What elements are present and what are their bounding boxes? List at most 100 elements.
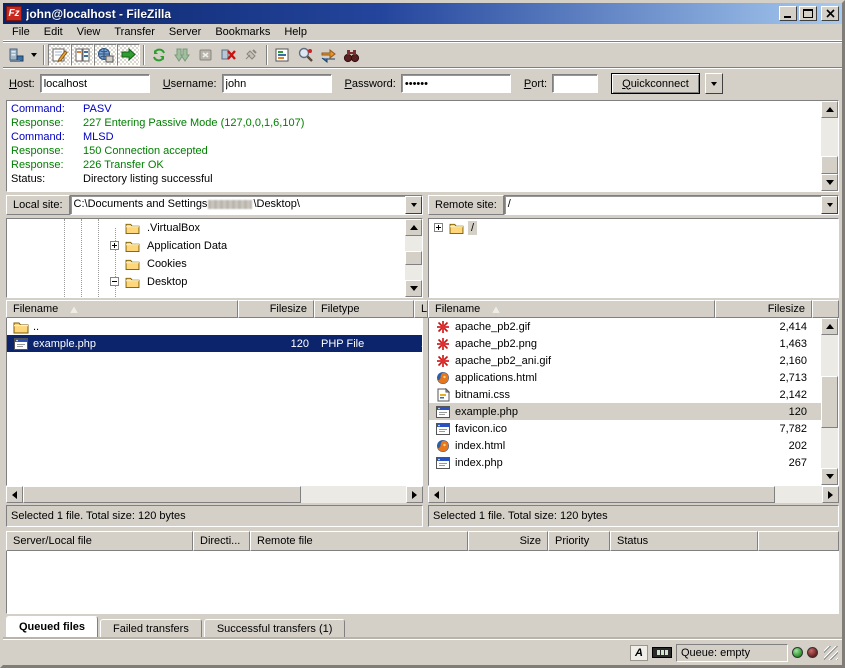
- remote-file-row[interactable]: index.php 267: [429, 454, 821, 471]
- find-files-button[interactable]: [340, 44, 363, 66]
- menu-server[interactable]: Server: [162, 25, 208, 39]
- remote-file-row[interactable]: index.html 202: [429, 437, 821, 454]
- speed-limits-icon[interactable]: [652, 647, 672, 658]
- quickconnect-button[interactable]: Quickconnect: [611, 73, 700, 94]
- tree-item-virtualbox[interactable]: .VirtualBox: [7, 219, 405, 237]
- tree-item-root[interactable]: /: [429, 219, 838, 237]
- queue-column-status[interactable]: Status: [610, 531, 758, 551]
- toggle-local-tree-button[interactable]: [71, 44, 94, 66]
- scroll-right-button[interactable]: [822, 486, 839, 503]
- tree-item-desktop[interactable]: Desktop: [7, 273, 405, 291]
- remote-column-filename[interactable]: Filename: [428, 300, 715, 318]
- host-input[interactable]: [40, 74, 150, 93]
- tree-item-cookies[interactable]: Cookies: [7, 255, 405, 273]
- close-button[interactable]: [821, 6, 839, 21]
- scroll-thumb[interactable]: [821, 156, 838, 174]
- log-scrollbar[interactable]: [821, 101, 838, 191]
- scroll-thumb[interactable]: [23, 486, 301, 503]
- scroll-down-button[interactable]: [405, 280, 422, 297]
- remote-site-combo[interactable]: /: [504, 195, 839, 215]
- minimize-button[interactable]: [779, 6, 797, 21]
- queue-column-server-local-file[interactable]: Server/Local file: [6, 531, 193, 551]
- menu-edit[interactable]: Edit: [37, 25, 70, 39]
- tab-queued-files[interactable]: Queued files: [6, 616, 98, 639]
- menu-view[interactable]: View: [70, 25, 108, 39]
- remote-column-filesize[interactable]: Filesize: [715, 300, 812, 318]
- scroll-track[interactable]: [821, 335, 838, 376]
- local-site-combo[interactable]: C:\Documents and Settings\Desktop\: [70, 195, 423, 215]
- site-manager-dropdown[interactable]: [28, 44, 40, 66]
- remote-file-row[interactable]: applications.html 2,713: [429, 369, 821, 386]
- scroll-track[interactable]: [301, 486, 406, 503]
- scroll-up-button[interactable]: [821, 318, 838, 335]
- collapse-icon[interactable]: [110, 277, 119, 286]
- local-horizontal-scrollbar[interactable]: [6, 486, 423, 503]
- scroll-down-button[interactable]: [821, 468, 838, 485]
- data-type-indicator-icon[interactable]: A: [630, 645, 648, 661]
- synchronized-browsing-button[interactable]: [317, 44, 340, 66]
- queue-column-size[interactable]: Size: [468, 531, 548, 551]
- remote-file-row[interactable]: bitnami.css 2,142: [429, 386, 821, 403]
- filter-button[interactable]: [271, 44, 294, 66]
- local-tree-scrollbar[interactable]: [405, 219, 422, 297]
- menu-file[interactable]: File: [5, 25, 37, 39]
- scroll-up-button[interactable]: [405, 219, 422, 236]
- toggle-remote-tree-button[interactable]: [94, 44, 117, 66]
- local-column-filetype[interactable]: Filetype: [314, 300, 414, 318]
- maximize-button[interactable]: [799, 6, 817, 21]
- local-file-row-example-php[interactable]: example.php 120 PHP File 1: [7, 335, 422, 352]
- remote-file-row-example-php[interactable]: example.php 120: [429, 403, 821, 420]
- scroll-up-button[interactable]: [821, 101, 838, 118]
- expand-icon[interactable]: [110, 241, 119, 250]
- tab-successful-transfers[interactable]: Successful transfers (1): [204, 619, 346, 639]
- scroll-track[interactable]: [821, 118, 838, 156]
- parent-directory-row[interactable]: ..: [7, 318, 422, 335]
- cancel-button[interactable]: [194, 44, 217, 66]
- password-input[interactable]: [401, 74, 511, 93]
- remote-file-row[interactable]: apache_pb2.gif 2,414: [429, 318, 821, 335]
- toggle-queue-button[interactable]: [117, 44, 140, 66]
- quickconnect-dropdown[interactable]: [705, 73, 723, 94]
- menu-bookmarks[interactable]: Bookmarks: [208, 25, 277, 39]
- remote-file-row[interactable]: apache_pb2_ani.gif 2,160: [429, 352, 821, 369]
- local-site-dropdown[interactable]: [405, 196, 422, 214]
- process-queue-button[interactable]: [171, 44, 194, 66]
- scroll-thumb[interactable]: [405, 251, 422, 265]
- scroll-track[interactable]: [405, 265, 422, 280]
- tree-item-application-data[interactable]: Application Data: [7, 237, 405, 255]
- scroll-left-button[interactable]: [6, 486, 23, 503]
- remote-tree-body[interactable]: /: [429, 219, 838, 297]
- scroll-track[interactable]: [775, 486, 822, 503]
- menu-transfer[interactable]: Transfer: [107, 25, 162, 39]
- local-tree-body[interactable]: .VirtualBox Application Data Cookies: [7, 219, 405, 297]
- scroll-thumb[interactable]: [445, 486, 775, 503]
- refresh-button[interactable]: [148, 44, 171, 66]
- tab-failed-transfers[interactable]: Failed transfers: [100, 619, 202, 639]
- toggle-message-log-button[interactable]: [48, 44, 71, 66]
- queue-column-remote-file[interactable]: Remote file: [250, 531, 468, 551]
- remote-site-dropdown[interactable]: [821, 196, 838, 214]
- scroll-track[interactable]: [821, 428, 838, 469]
- reconnect-button[interactable]: [240, 44, 263, 66]
- remote-horizontal-scrollbar[interactable]: [428, 486, 839, 503]
- queue-body[interactable]: [6, 551, 839, 614]
- menu-help[interactable]: Help: [277, 25, 314, 39]
- remote-file-row[interactable]: apache_pb2.png 1,463: [429, 335, 821, 352]
- remote-list-scrollbar[interactable]: [821, 318, 838, 485]
- scroll-track[interactable]: [405, 236, 422, 251]
- scroll-thumb[interactable]: [821, 376, 838, 428]
- scroll-down-button[interactable]: [821, 174, 838, 191]
- local-column-filename[interactable]: Filename: [6, 300, 238, 318]
- port-input[interactable]: [552, 74, 598, 93]
- scroll-right-button[interactable]: [406, 486, 423, 503]
- directory-comparison-button[interactable]: [294, 44, 317, 66]
- scroll-left-button[interactable]: [428, 486, 445, 503]
- queue-column-priority[interactable]: Priority: [548, 531, 610, 551]
- remote-file-row[interactable]: favicon.ico 7,782: [429, 420, 821, 437]
- disconnect-button[interactable]: [217, 44, 240, 66]
- username-input[interactable]: [222, 74, 332, 93]
- site-manager-button[interactable]: [5, 44, 28, 66]
- expand-icon[interactable]: [434, 223, 443, 232]
- resize-grip[interactable]: [824, 646, 838, 660]
- queue-column-direction[interactable]: Directi...: [193, 531, 250, 551]
